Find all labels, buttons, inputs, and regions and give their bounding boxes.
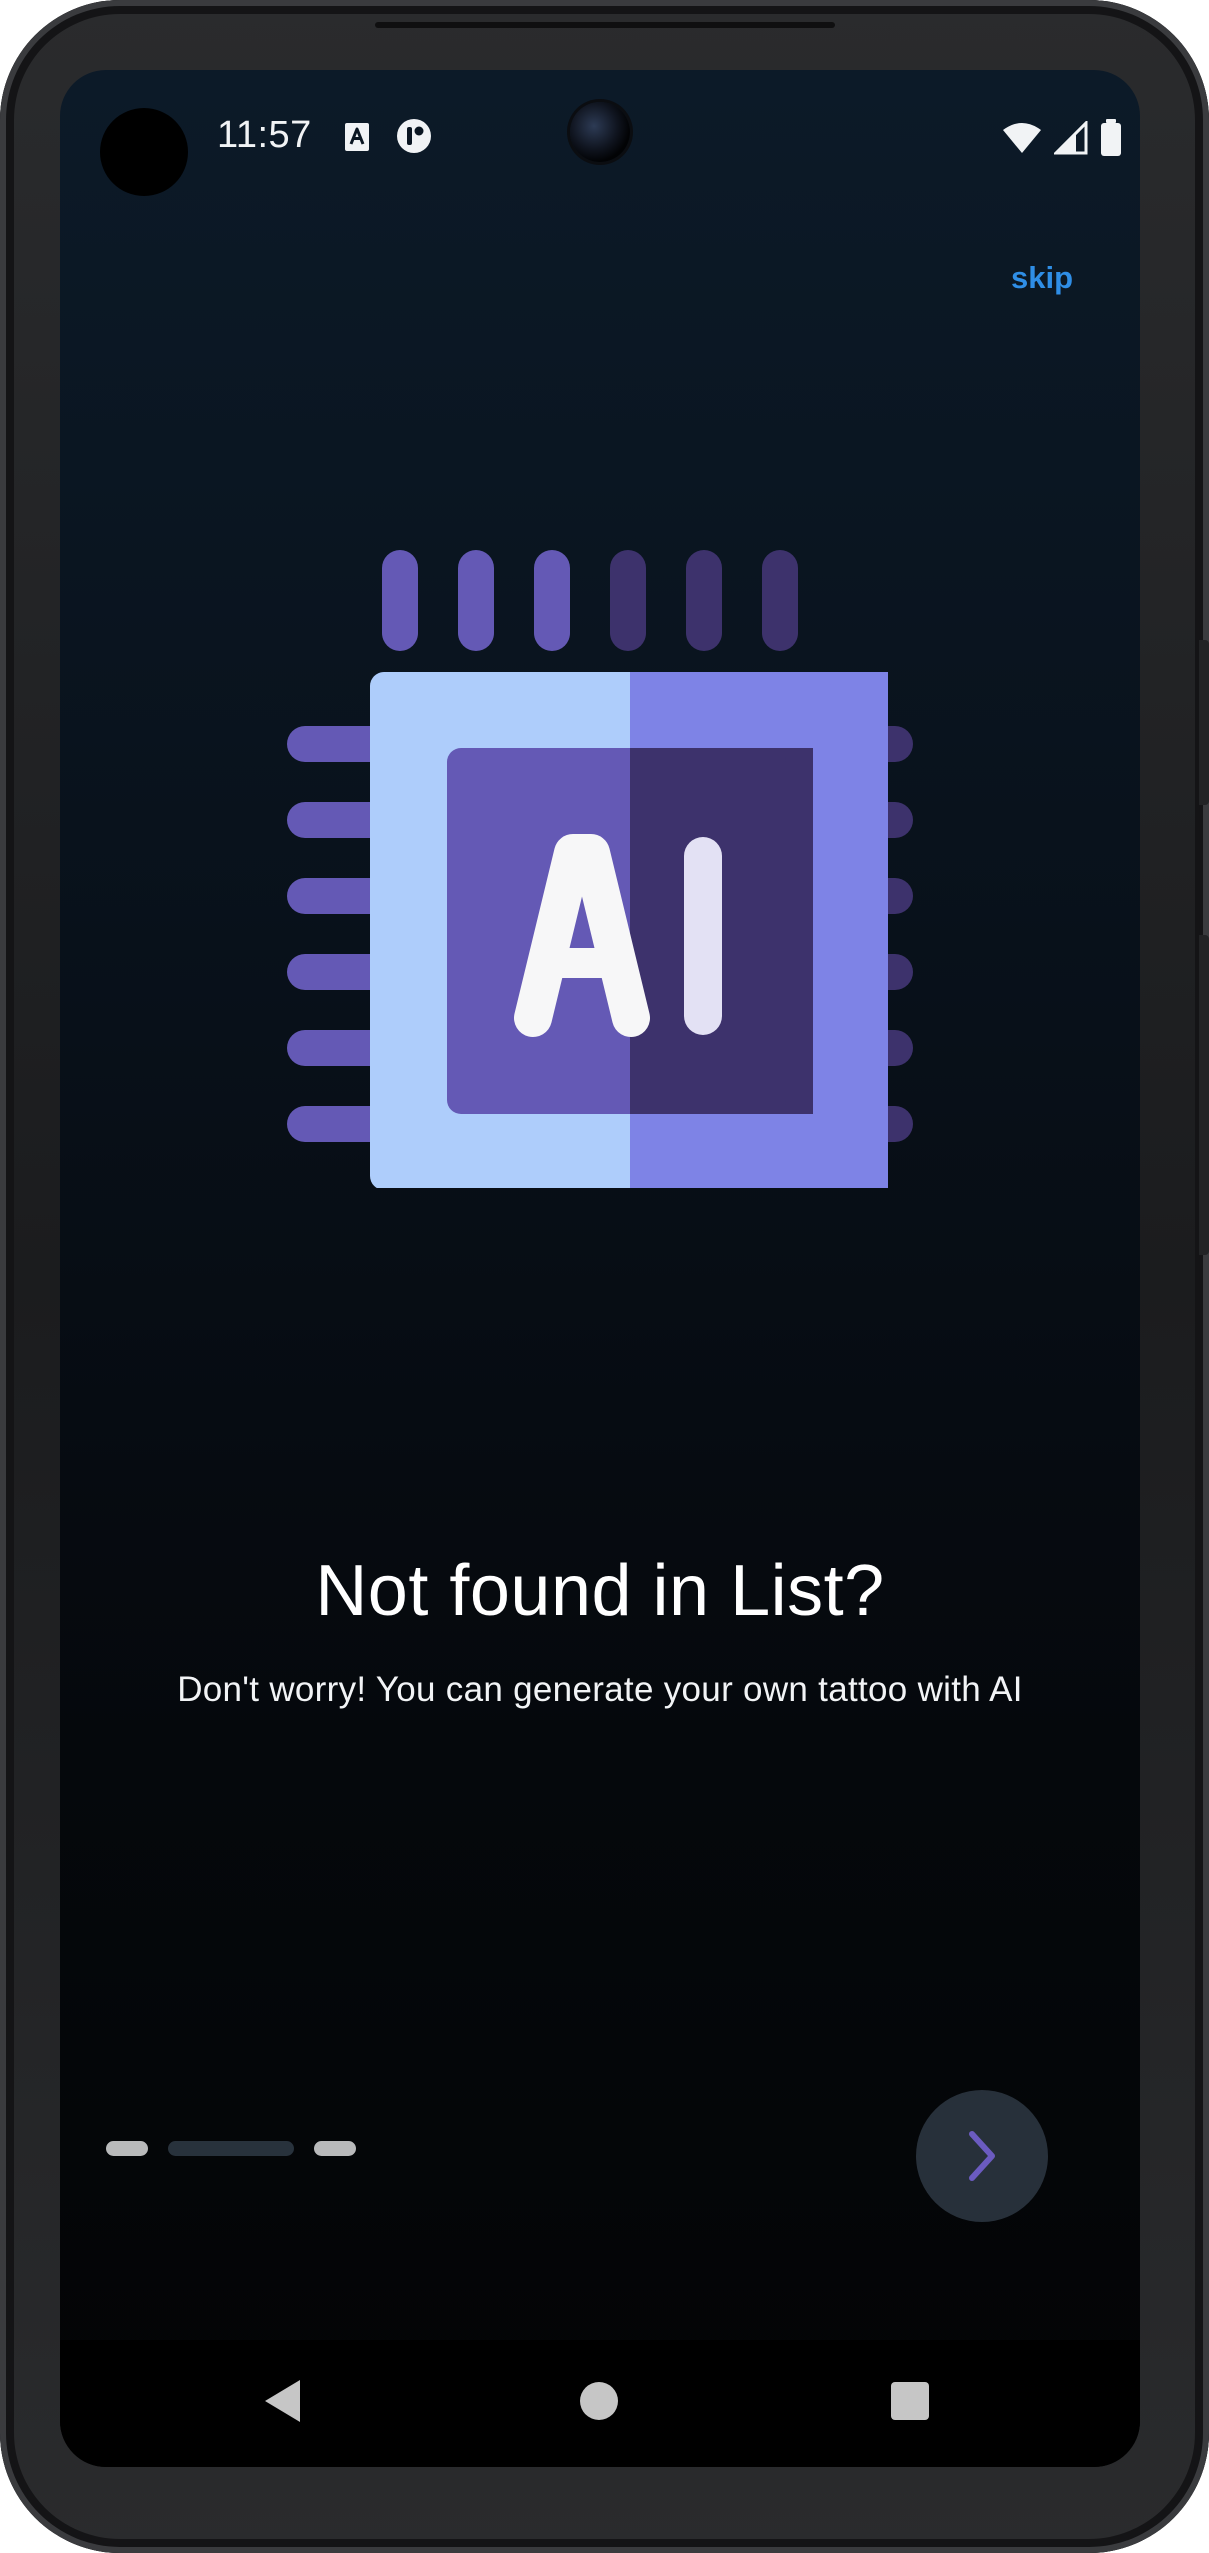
skip-button[interactable]: skip bbox=[1011, 260, 1073, 296]
page-dot-3 bbox=[314, 2140, 356, 2156]
navigation-bar bbox=[60, 2340, 1140, 2467]
ai-chip-icon bbox=[287, 550, 913, 1188]
avatar bbox=[100, 108, 188, 196]
status-bar: 11:57 bbox=[60, 70, 1140, 200]
font-a-icon bbox=[345, 123, 369, 151]
battery-icon bbox=[1101, 119, 1121, 156]
earpiece-slit bbox=[375, 22, 835, 28]
front-camera bbox=[570, 102, 630, 162]
power-button bbox=[1199, 640, 1209, 805]
home-icon[interactable] bbox=[580, 2382, 618, 2420]
signal-icon bbox=[1054, 121, 1088, 155]
page-dot-2 bbox=[168, 2140, 294, 2156]
podcast-icon bbox=[397, 119, 431, 153]
page-subtitle: Don't worry! You can generate your own t… bbox=[177, 1670, 1023, 1709]
page-indicator bbox=[106, 2140, 356, 2156]
wifi-icon bbox=[1003, 123, 1041, 153]
page-dot-1 bbox=[106, 2140, 148, 2156]
recents-icon[interactable] bbox=[891, 2382, 929, 2420]
page-title: Not found in List? bbox=[315, 1551, 885, 1631]
back-icon[interactable] bbox=[262, 2378, 302, 2424]
volume-button bbox=[1199, 935, 1209, 1255]
next-button[interactable] bbox=[916, 2090, 1048, 2222]
status-icons-right bbox=[1002, 118, 1122, 158]
phone-frame: 11:57 skip Not found in List? Don't worr… bbox=[0, 0, 1209, 2553]
screen: 11:57 skip Not found in List? Don't worr… bbox=[60, 70, 1140, 2467]
chevron-right-icon bbox=[969, 2131, 995, 2181]
status-time: 11:57 bbox=[217, 114, 312, 156]
